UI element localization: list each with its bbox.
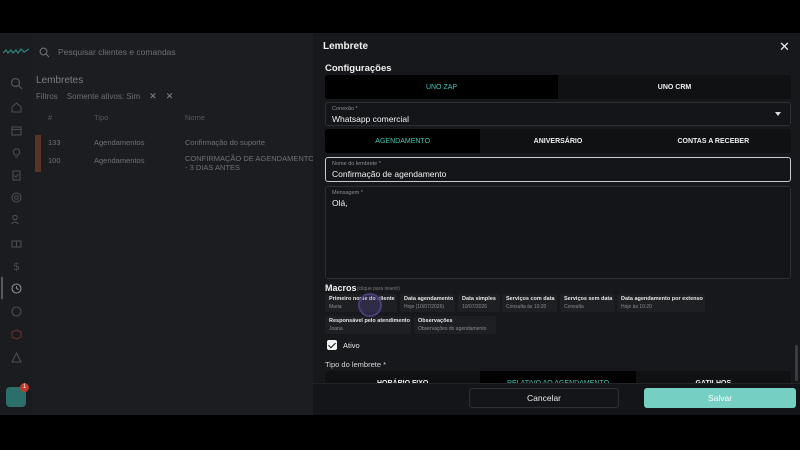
clipboard-icon[interactable] [10,169,23,182]
cancel-button[interactable]: Cancelar [469,388,619,408]
reminder-type-label: Tipo do lembrete * [325,360,387,369]
sidebar-active-indicator [1,277,3,299]
tab-uno-zap[interactable]: UNO ZAP [325,75,558,99]
clear-filters-icon[interactable]: ✕ [166,91,174,102]
message-label: Mensagem * [332,190,363,196]
search-input[interactable]: Pesquisar clientes e comandas [58,47,176,57]
box-icon[interactable] [10,328,23,341]
dollar-icon[interactable]: $ [10,259,23,272]
app-selector: UNO ZAP UNO CRM [325,75,791,99]
active-toggle: Ativo [327,340,360,350]
table-row[interactable]: 100 Agendamentos CONFIRMAÇÃO DE AGENDAME… [35,153,315,172]
macro-observacoes[interactable]: Observações Observações do agendamento [414,316,496,334]
row-type: Agendamentos [94,138,145,147]
macro-first-name[interactable]: Primeiro nome do cliente Maria [325,294,397,312]
connection-select[interactable]: Conexão * Whatsapp comercial [325,102,791,126]
column-header-id[interactable]: # [48,113,52,122]
macro-name: Data agendamento [404,296,454,302]
macro-name: Data simples [462,296,496,302]
panel-scrollbar[interactable] [795,345,798,381]
active-checkbox[interactable] [327,340,337,350]
macro-example: Hoje (10/07/2026) [404,304,445,310]
app-screen: $ 1 Pesquisar clientes e comandas Lembre… [0,33,800,415]
calendar-icon[interactable] [10,124,23,137]
reminder-name-input[interactable]: Confirmação de agendamento [332,169,446,179]
search-icon [39,47,50,57]
tab-agendamento[interactable]: AGENDAMENTO [325,129,481,153]
column-header-name[interactable]: Nome [185,113,205,122]
lightbulb-icon[interactable] [10,147,23,160]
macro-example: 10/07/2026 [462,304,488,310]
macro-data-agendamento[interactable]: Data agendamento Hoje (10/07/2026) [400,294,455,312]
macro-example: Hoje às 10:20 [621,304,652,310]
table-row[interactable]: 133 Agendamentos Confirmação do suporte [35,135,313,153]
close-icon[interactable]: ✕ [779,39,790,55]
active-filter-chip[interactable]: Somente ativos: Sim [67,92,140,101]
connection-label: Conexão * [332,106,358,112]
message-textarea[interactable]: Olá, [332,198,348,208]
gift-icon[interactable] [10,236,23,249]
sidebar: $ 1 [0,33,33,415]
row-id: 100 [48,156,61,165]
row-name: CONFIRMAÇÃO DE AGENDAMENTO - 3 DIAS ANTE… [185,154,315,172]
section-title: Configurações [325,63,392,74]
row-marker [35,153,41,172]
active-label: Ativo [343,340,360,350]
tab-uno-crm[interactable]: UNO CRM [558,75,791,99]
search-icon[interactable] [10,77,23,90]
page-title: Lembretes [36,75,84,86]
remove-filter-icon[interactable]: ✕ [149,91,157,102]
chart-icon[interactable] [10,351,23,364]
macros-title: Macros [325,283,357,293]
macro-example: Joana [329,326,343,332]
reminder-panel: Lembrete ✕ Configurações UNO ZAP UNO CRM… [313,33,800,415]
chevron-down-icon [775,112,781,116]
macro-example: Consulta [564,304,584,310]
reminder-icon[interactable] [10,282,23,295]
users-icon[interactable] [10,213,23,226]
filters-label: Filtros [36,92,58,101]
column-header-type[interactable]: Tipo [94,113,108,122]
macro-name: Serviços sem data [564,296,613,302]
connection-value: Whatsapp comercial [332,114,410,124]
panel-title: Lembrete [323,41,369,52]
notification-badge: 1 [20,383,29,392]
row-marker [35,135,41,153]
macro-servicos-sem-data[interactable]: Serviços sem data Consulta [560,294,615,312]
tab-contas-a-receber[interactable]: CONTAS A RECEBER [636,129,791,153]
macro-example: Observações do agendamento [418,326,487,332]
macro-name: Primeiro nome do cliente [329,296,395,302]
logo [3,48,29,55]
reminder-name-field[interactable]: Nome do lembrete * Confirmação de agenda… [325,157,791,182]
svg-text:$: $ [13,260,20,272]
save-button[interactable]: Salvar [644,388,796,408]
macro-servicos-com-data[interactable]: Serviços com data Consulta às 10:20 [502,294,557,312]
message-field[interactable]: Mensagem * Olá, [325,186,791,279]
row-id: 133 [48,138,61,147]
reminder-name-label: Nome do lembrete * [332,161,381,167]
target-icon[interactable] [10,191,23,204]
macro-name: Observações [418,318,453,324]
row-name: Confirmação do suporte [185,138,266,147]
macro-data-por-extenso[interactable]: Data agendamento por extenso Hoje às 10:… [617,294,705,312]
macro-name: Responsável pelo atendimento [329,318,410,324]
global-search[interactable]: Pesquisar clientes e comandas [39,45,176,59]
tab-aniversario[interactable]: ANIVERSÁRIO [480,129,635,153]
macro-data-simples[interactable]: Data simples 10/07/2026 [458,294,500,312]
home-icon[interactable] [10,101,23,114]
macro-name: Data agendamento por extenso [621,296,703,302]
reminder-kind-selector: AGENDAMENTO ANIVERSÁRIO CONTAS A RECEBER [325,129,791,153]
filters-bar: Filtros Somente ativos: Sim ✕ ✕ [36,91,173,102]
coin-icon[interactable] [10,305,23,318]
panel-footer: Cancelar Salvar [313,383,800,415]
table-header: # Tipo Nome [36,113,313,127]
macro-name: Serviços com data [506,296,555,302]
background-page: Pesquisar clientes e comandas Lembretes … [33,33,315,415]
macros-hint: (clique para inserir) [357,286,400,292]
macro-responsavel[interactable]: Responsável pelo atendimento Joana [325,316,411,334]
macro-example: Consulta às 10:20 [506,304,547,310]
row-type: Agendamentos [94,156,145,165]
macro-example: Maria [329,304,342,310]
